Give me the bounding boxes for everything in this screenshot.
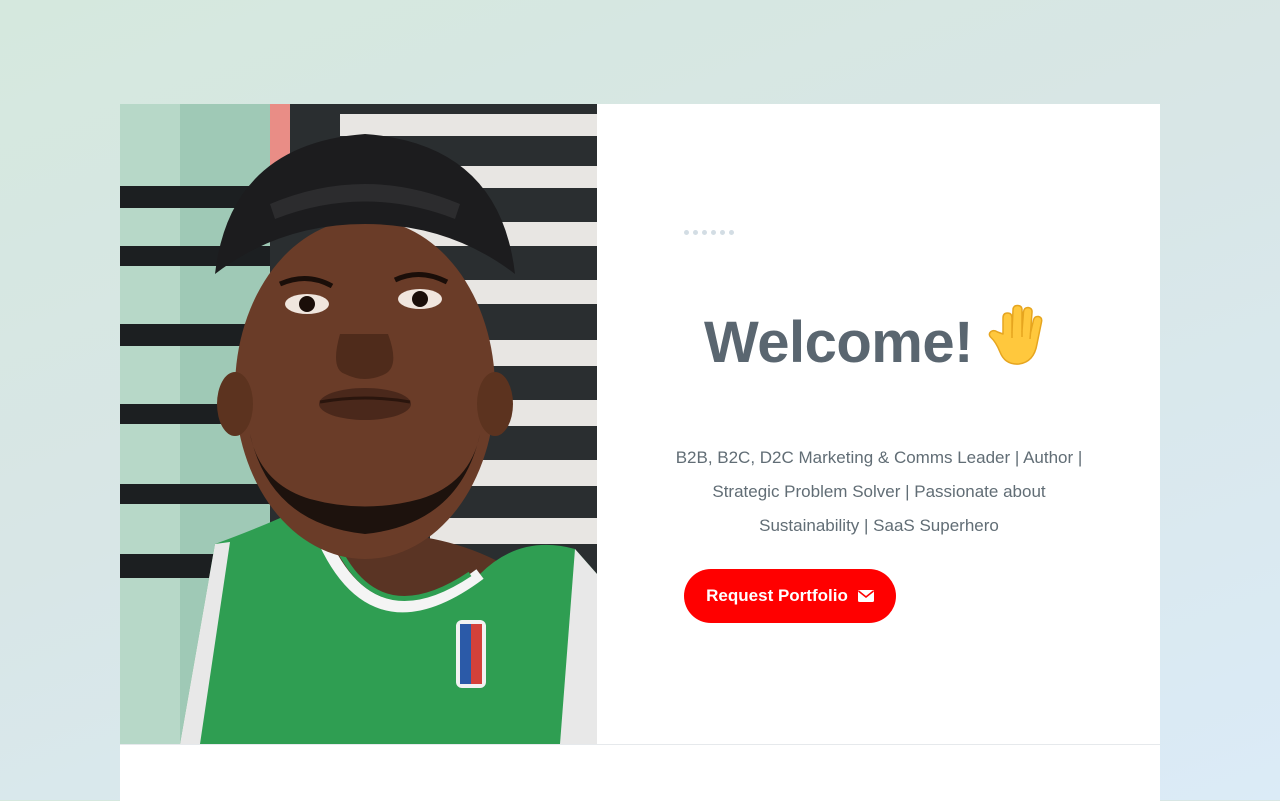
welcome-heading-text: Welcome!	[704, 310, 973, 375]
dot	[702, 230, 707, 235]
dot	[693, 230, 698, 235]
next-section-card	[120, 744, 1160, 801]
dot	[720, 230, 725, 235]
dot	[711, 230, 716, 235]
request-portfolio-button[interactable]: Request Portfolio	[684, 569, 896, 623]
bio-line: B2B, B2C, D2C Marketing & Comms Leader |…	[675, 448, 1083, 467]
envelope-icon	[857, 590, 874, 602]
profile-photo-illustration	[120, 104, 597, 744]
request-portfolio-label: Request Portfolio	[706, 586, 848, 605]
dot	[684, 230, 689, 235]
profile-photo	[120, 104, 597, 744]
dot	[729, 230, 734, 235]
bio-line: Sustainability | SaaS Superhero	[759, 516, 999, 535]
hero-content: Welcome! B2B, B2C, D2C Marketing & Comms…	[597, 104, 1160, 744]
bio-text: B2B, B2C, D2C Marketing & Comms Leader |…	[659, 441, 1099, 543]
decorative-dots	[684, 230, 734, 235]
page-title: Welcome!	[597, 304, 1160, 376]
bio-line: Strategic Problem Solver | Passionate ab…	[712, 482, 1046, 501]
raised-hand-icon	[988, 304, 1043, 365]
hero-card: Welcome! B2B, B2C, D2C Marketing & Comms…	[120, 104, 1160, 744]
